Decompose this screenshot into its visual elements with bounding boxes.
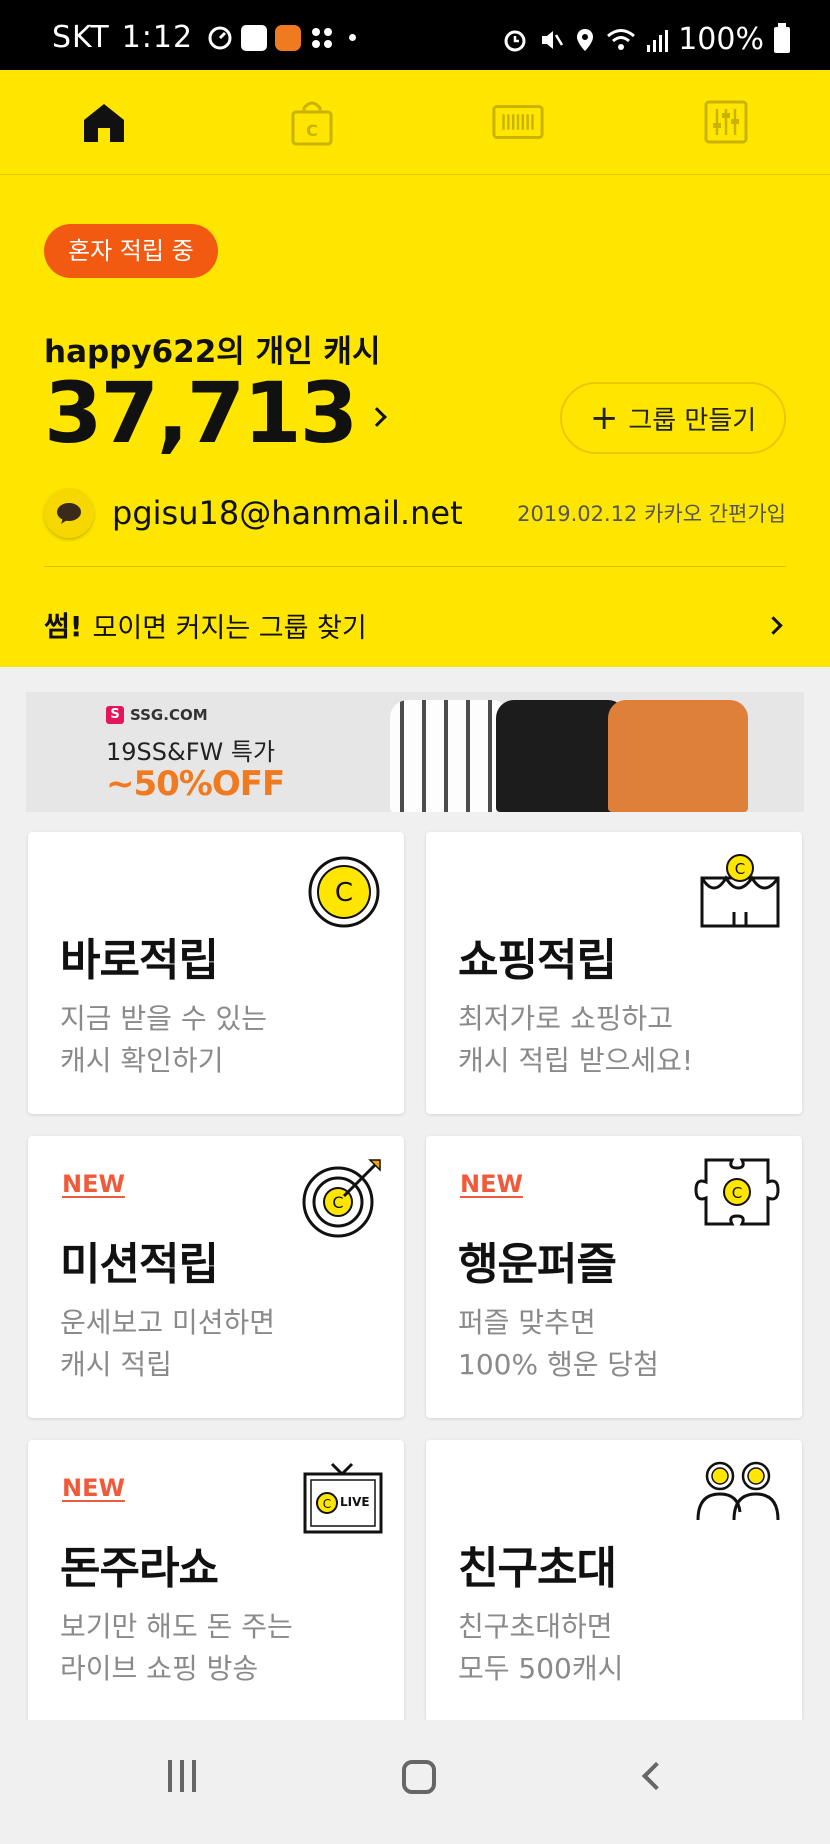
create-group-button[interactable]: + 그룹 만들기	[560, 382, 786, 454]
tab-home[interactable]	[78, 96, 130, 148]
svg-text:C: C	[332, 1193, 343, 1212]
card-title: 돈주라쇼	[60, 1543, 219, 1594]
map-app-icon	[241, 24, 268, 51]
ssg-logo: S SSG.COM	[106, 706, 208, 724]
divider	[44, 566, 786, 567]
svg-text:C: C	[335, 878, 353, 908]
card-description: 지금 받을 수 있는 캐시 확인하기	[60, 1002, 268, 1077]
top-nav: C	[0, 70, 830, 175]
target-icon: C	[302, 1159, 381, 1238]
alarm-icon	[504, 30, 526, 51]
card-description: 운세보고 미션하면 캐시 적립	[60, 1306, 275, 1381]
tab-settings[interactable]	[700, 96, 752, 148]
card-live-show[interactable]: NEW 돈주라쇼 보기만 해도 돈 주는 라이브 쇼핑 방송 C LIVE	[28, 1440, 404, 1722]
wifi-icon	[607, 28, 636, 50]
chevron-right-icon	[764, 615, 783, 635]
shop-icon: C	[700, 854, 780, 928]
recent-bar-icon	[192, 1760, 196, 1792]
cash-amount[interactable]: 37,713	[44, 364, 388, 462]
barcode-icon	[492, 105, 544, 139]
chevron-right-icon	[367, 407, 388, 427]
card-description: 퍼즐 맞추면 100% 행운 당첨	[458, 1306, 659, 1381]
card-shopping-reward[interactable]: 쇼핑적립 최저가로 쇼핑하고 캐시 적립 받으세요! C	[426, 832, 802, 1114]
card-description: 최저가로 쇼핑하고 캐시 적립 받으세요!	[458, 1002, 694, 1077]
new-badge: NEW	[62, 1170, 125, 1198]
find-group-link[interactable]: 썸! 모이면 커지는 그룹 찾기	[44, 590, 786, 660]
find-group-text: 모이면 커지는 그룹 찾기	[92, 612, 367, 644]
account-row: pgisu18@hanmail.net 2019.02.12 카카오 간편가입	[44, 488, 786, 538]
more-notifications-dot	[349, 34, 357, 41]
svg-text:C: C	[323, 1497, 331, 1511]
svg-text:C: C	[735, 860, 745, 878]
clock: 1:12	[121, 20, 194, 55]
signal-icon	[647, 29, 669, 52]
banner-headline: 19SS&FW 특가	[106, 738, 276, 766]
status-bar: SKT 1:12 100%	[0, 0, 830, 70]
kakao-talk-icon	[44, 488, 94, 538]
ssum-label: 썸!	[44, 610, 83, 643]
battery-icon	[774, 22, 790, 53]
card-mission-reward[interactable]: NEW 미션적립 운세보고 미션하면 캐시 적립 C	[28, 1136, 404, 1418]
carrier-label: SKT	[52, 20, 110, 55]
cash-header: C 혼자 적립 중 happy622의 개인 캐시 37,713 + 그룹 만들…	[0, 70, 830, 667]
ad-banner[interactable]: S SSG.COM 19SS&FW 특가 ~50%OFF	[26, 692, 804, 812]
account-email: pgisu18@hanmail.net	[112, 494, 463, 532]
friends-icon	[696, 1461, 780, 1521]
new-badge: NEW	[460, 1170, 523, 1198]
grid-app-icon	[312, 27, 333, 48]
status-badge: 혼자 적립 중	[44, 224, 218, 278]
recent-bar-icon	[180, 1760, 184, 1792]
tv-live-icon: C LIVE	[302, 1460, 384, 1536]
ssg-mark-icon: S	[106, 706, 124, 724]
card-title: 바로적립	[60, 935, 219, 986]
location-icon	[577, 28, 594, 51]
system-nav-bar	[0, 1720, 830, 1844]
mi-app-icon	[275, 24, 302, 51]
black-jacket-image	[496, 700, 626, 812]
plus-icon: +	[589, 398, 619, 438]
recent-bar-icon	[168, 1760, 172, 1792]
svg-text:C: C	[732, 1184, 742, 1202]
tv-live-label: LIVE	[340, 1495, 370, 1509]
coin-icon: C	[308, 856, 380, 928]
cash-amount-value: 37,713	[44, 364, 358, 462]
battery-percent: 100%	[678, 22, 764, 57]
join-date: 2019.02.12 카카오 간편가입	[517, 502, 786, 526]
card-invite-friends[interactable]: 친구초대 친구초대하면 모두 500캐시	[426, 1440, 802, 1722]
card-description: 친구초대하면 모두 500캐시	[458, 1610, 624, 1685]
orange-hoodie-image	[608, 700, 748, 812]
tab-barcode[interactable]	[492, 96, 544, 148]
back-button[interactable]	[641, 1761, 671, 1791]
mute-icon	[542, 30, 564, 49]
card-instant-reward[interactable]: 바로적립 지금 받을 수 있는 캐시 확인하기 C	[28, 832, 404, 1114]
card-description: 보기만 해도 돈 주는 라이브 쇼핑 방송	[60, 1610, 293, 1685]
sliders-icon	[704, 100, 748, 144]
card-lucky-puzzle[interactable]: NEW 행운퍼즐 퍼즐 맞추면 100% 행운 당첨 C	[426, 1136, 802, 1418]
card-title: 행운퍼즐	[458, 1239, 617, 1290]
speedometer-icon	[208, 26, 232, 49]
shopping-bag-icon: C	[291, 101, 333, 146]
card-title: 쇼핑적립	[458, 935, 617, 986]
ssg-brand: SSG.COM	[130, 706, 208, 724]
card-title: 친구초대	[458, 1543, 617, 1594]
notification-icons	[207, 24, 357, 51]
tab-shopping[interactable]: C	[286, 96, 338, 148]
home-icon	[84, 104, 124, 142]
puzzle-icon: C	[694, 1158, 780, 1226]
svg-text:C: C	[306, 121, 318, 140]
status-left: SKT 1:12	[52, 20, 357, 55]
plaid-shirt-image	[390, 700, 510, 812]
card-title: 미션적립	[60, 1239, 219, 1290]
recent-apps-button[interactable]	[168, 1760, 196, 1792]
create-group-label: 그룹 만들기	[628, 405, 757, 436]
status-right: 100%	[502, 22, 790, 57]
new-badge: NEW	[62, 1474, 125, 1502]
banner-discount: ~50%OFF	[106, 764, 285, 804]
home-button[interactable]	[402, 1760, 436, 1794]
